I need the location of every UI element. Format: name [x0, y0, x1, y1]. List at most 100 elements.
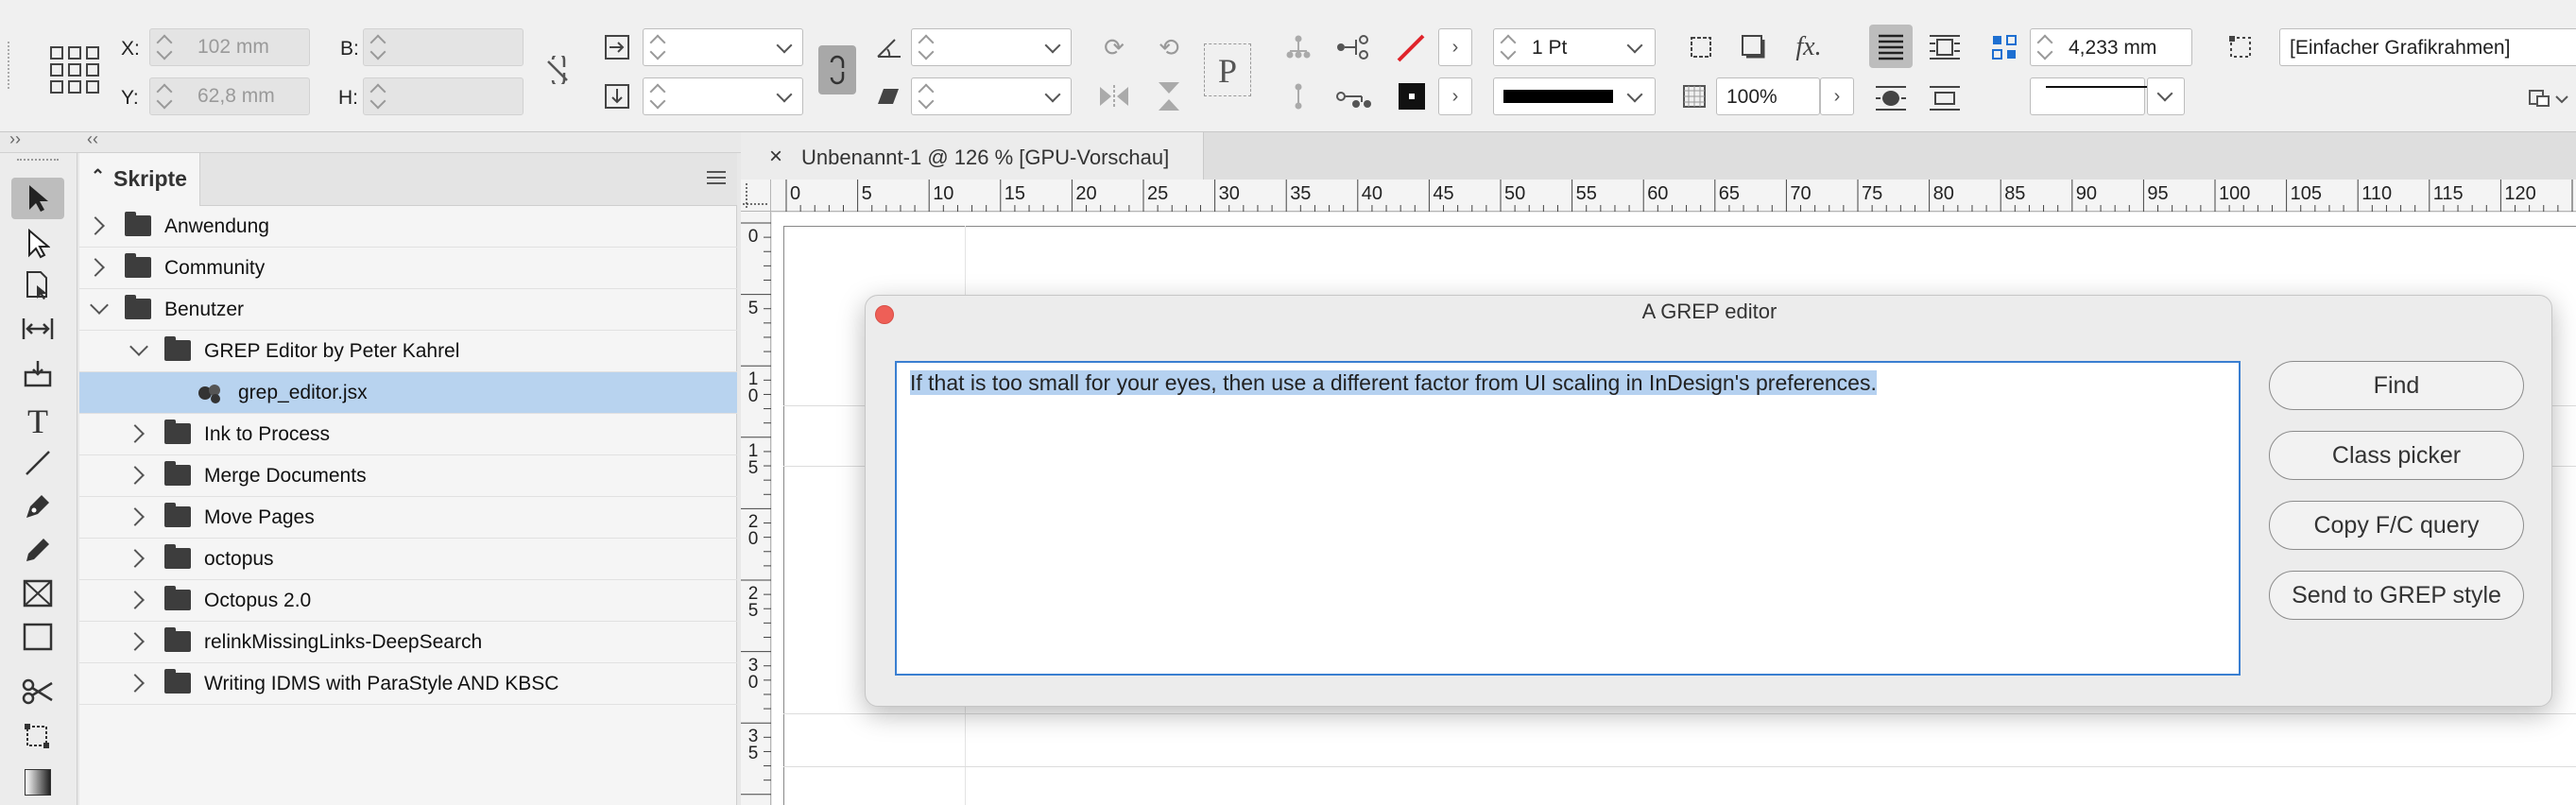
grep-query-input[interactable]: If that is too small for your eyes, then…	[895, 361, 2241, 676]
drop-shadow-icon[interactable]	[1737, 28, 1771, 66]
fill-options-button[interactable]: ›	[1438, 28, 1472, 66]
x-stepper[interactable]	[151, 28, 178, 66]
chevron-down-icon[interactable]	[129, 337, 148, 356]
select-next-object-icon[interactable]	[1334, 77, 1372, 115]
chevron-right-icon[interactable]	[126, 507, 145, 526]
pen-tool-icon[interactable]	[11, 486, 64, 527]
corner-shape-dropdown[interactable]	[2030, 77, 2157, 115]
page-tool-icon[interactable]	[11, 265, 64, 306]
type-tool-icon[interactable]: T	[11, 401, 64, 442]
folder-item[interactable]: octopus	[79, 539, 737, 580]
wrap-around-object-shape-icon[interactable]	[1869, 77, 1913, 119]
scale-y-stepper[interactable]	[644, 77, 671, 115]
chevron-right-icon[interactable]	[86, 258, 105, 277]
rotate-clockwise-icon[interactable]: ⟳	[1096, 28, 1132, 66]
toolbox-grip[interactable]	[17, 159, 59, 164]
reference-point-icon[interactable]	[49, 45, 100, 94]
scissors-tool-icon[interactable]	[11, 671, 64, 712]
constrain-scale-button[interactable]	[818, 45, 856, 94]
chevron-right-icon[interactable]	[126, 632, 145, 651]
ruler-origin[interactable]	[741, 180, 771, 212]
pencil-tool-icon[interactable]	[11, 529, 64, 571]
rotate-counterclockwise-icon[interactable]: ⟲	[1151, 28, 1187, 66]
vertical-ruler[interactable]: 0 5 10 15 20 25 30 35	[741, 212, 771, 805]
folder-item[interactable]: Community	[79, 248, 737, 289]
width-stepper[interactable]	[365, 28, 391, 66]
folder-item[interactable]: Writing IDMS with ParaStyle AND KBSC	[79, 663, 737, 705]
opacity-field[interactable]: 100%	[1716, 77, 1820, 115]
free-transform-tool-icon[interactable]	[11, 716, 64, 758]
folder-item[interactable]: Octopus 2.0	[79, 580, 737, 622]
send-to-grep-style-button[interactable]: Send to GREP style	[2269, 571, 2524, 620]
copy-query-button[interactable]: Copy F/C query	[2269, 501, 2524, 550]
chevron-right-icon[interactable]	[126, 591, 145, 609]
wrap-around-bounding-box-icon[interactable]	[1924, 26, 1966, 68]
close-tab-icon[interactable]: ×	[769, 144, 782, 170]
selection-tool-icon[interactable]	[11, 178, 64, 219]
folder-item[interactable]: Anwendung	[79, 206, 737, 248]
chevron-right-icon[interactable]	[126, 424, 145, 443]
stroke-options-button[interactable]: ›	[1438, 77, 1472, 115]
gap-tool-icon[interactable]	[11, 308, 64, 350]
chevron-right-icon[interactable]	[126, 549, 145, 568]
no-text-wrap-button[interactable]	[1869, 25, 1913, 68]
folder-item[interactable]: Merge Documents	[79, 455, 737, 497]
rotation-stepper[interactable]	[913, 28, 939, 66]
ruler-label: 50	[1504, 183, 1526, 204]
expand-toolbox-icon[interactable]: ››	[9, 129, 21, 149]
panel-collapse-icon[interactable]: ⌃	[91, 166, 105, 186]
content-collector-tool-icon[interactable]	[11, 353, 64, 395]
select-previous-object-icon[interactable]	[1334, 28, 1372, 66]
document-tab[interactable]: × Unbenannt-1 @ 126 % [GPU-Vorschau]	[741, 132, 1204, 180]
corner-shape-options-button[interactable]	[2147, 77, 2185, 115]
corner-options-icon[interactable]	[1988, 28, 2020, 66]
line-tool-icon[interactable]	[11, 442, 64, 484]
chevron-right-icon[interactable]	[86, 216, 105, 235]
find-button[interactable]: Find	[2269, 361, 2524, 410]
script-item[interactable]: grep_editor.jsx	[79, 372, 737, 414]
text-frame-icon[interactable]: P	[1204, 43, 1251, 96]
frame-fitting-icon[interactable]	[1684, 28, 1718, 66]
flip-horizontal-icon[interactable]	[1096, 77, 1132, 115]
folder-item[interactable]: Benutzer	[79, 289, 737, 331]
y-stepper[interactable]	[151, 77, 178, 115]
opacity-options-button[interactable]: ›	[1820, 77, 1854, 115]
opacity-value: 100%	[1726, 86, 1777, 108]
scripts-panel-tab[interactable]: ⌃ Skripte	[79, 153, 200, 206]
direct-selection-tool-icon[interactable]	[11, 223, 64, 265]
scale-x-stepper[interactable]	[644, 28, 671, 66]
rectangle-frame-tool-icon[interactable]	[11, 573, 64, 614]
stroke-swatch-icon[interactable]	[1399, 83, 1425, 110]
jump-object-icon[interactable]	[1924, 77, 1966, 119]
stroke-weight-stepper[interactable]	[1495, 28, 1521, 66]
select-content-icon[interactable]	[1281, 77, 1315, 115]
object-style-dropdown[interactable]: [Einfacher Grafikrahmen]	[2279, 28, 2576, 66]
folder-item[interactable]: Move Pages	[79, 497, 737, 539]
panel-menu-icon[interactable]	[707, 170, 726, 185]
stroke-type-preview	[1503, 90, 1613, 103]
rectangle-tool-icon[interactable]	[11, 616, 64, 658]
chevron-down-icon[interactable]	[90, 296, 109, 315]
effects-icon[interactable]: fx.	[1790, 28, 1828, 66]
constrain-proportions-icon[interactable]	[541, 51, 575, 89]
grip-handle[interactable]	[8, 42, 15, 89]
object-styles-icon[interactable]	[2224, 28, 2257, 66]
fill-none-icon[interactable]	[1395, 32, 1427, 64]
ruler-label: 20	[747, 512, 759, 550]
quick-apply-icon[interactable]	[2525, 81, 2572, 115]
folder-item[interactable]: relinkMissingLinks-DeepSearch	[79, 622, 737, 663]
horizontal-ruler[interactable]: 0 5 10 15 20 25 30 35 40 45 50 55 60 65 70 75 80 85 90 95 10…	[741, 180, 2576, 212]
chevron-right-icon[interactable]	[126, 674, 145, 693]
select-container-icon[interactable]	[1281, 28, 1315, 66]
folder-item[interactable]: GREP Editor by Peter Kahrel	[79, 331, 737, 372]
gradient-swatch-tool-icon[interactable]	[11, 762, 64, 803]
height-stepper[interactable]	[365, 77, 391, 115]
class-picker-button[interactable]: Class picker	[2269, 431, 2524, 480]
folder-item[interactable]: Ink to Process	[79, 414, 737, 455]
flip-vertical-icon[interactable]	[1151, 77, 1187, 115]
x-label: X:	[121, 38, 140, 60]
collapse-panel-icon[interactable]: ‹‹	[87, 129, 98, 149]
chevron-right-icon[interactable]	[126, 466, 145, 485]
dimension-stepper[interactable]	[2032, 28, 2058, 66]
shear-stepper[interactable]	[913, 77, 939, 115]
